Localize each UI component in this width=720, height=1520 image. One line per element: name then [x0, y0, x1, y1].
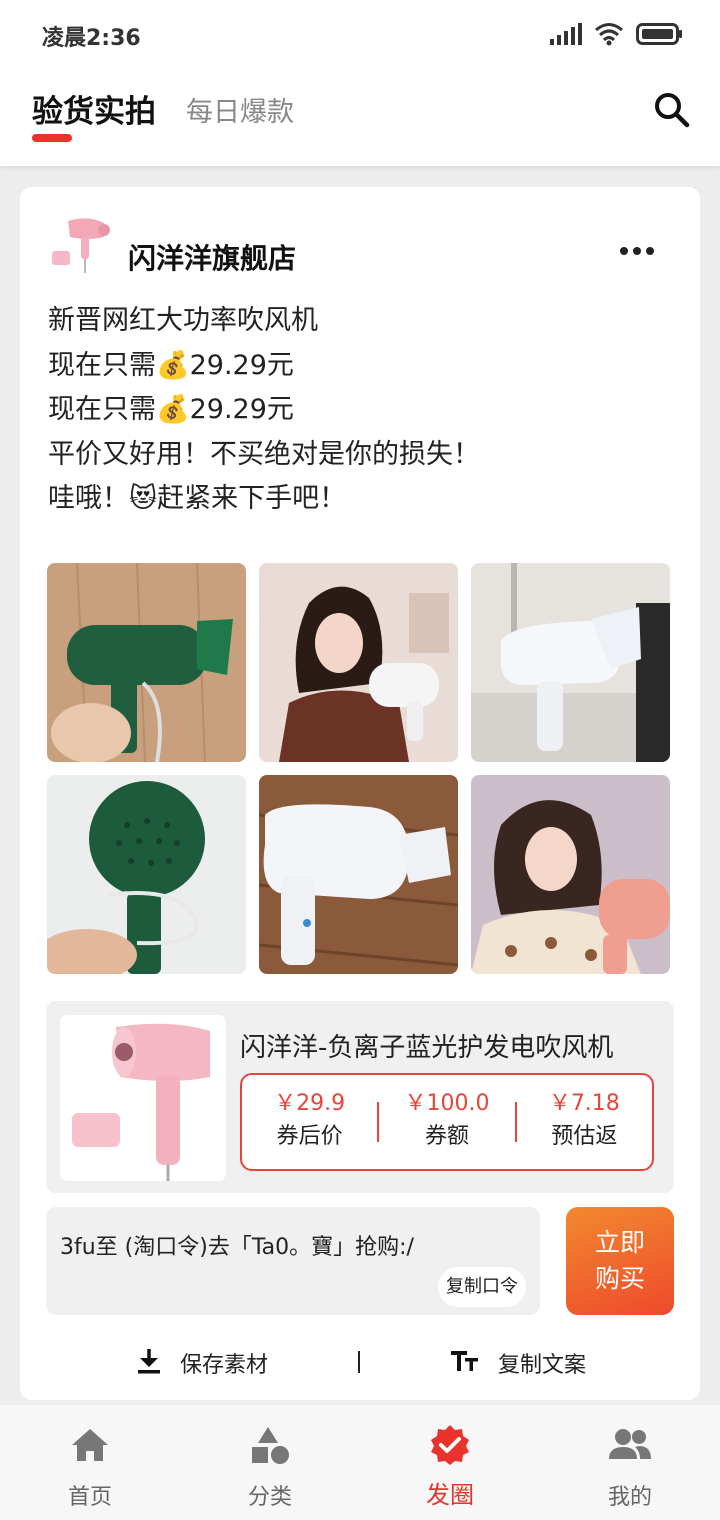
after-coupon-price-value: ￥29.9 [274, 1091, 346, 1116]
text-size-icon [450, 1348, 480, 1378]
bottom-nav: 首页 分类 发圈 我的 [0, 1405, 720, 1520]
estimated-rebate-value: ￥7.18 [548, 1091, 620, 1116]
photo-green-dryer-front[interactable] [47, 775, 246, 974]
photo-white-dryer-wood[interactable] [259, 775, 458, 974]
nav-label-home: 首页 [67, 1485, 112, 1510]
download-icon [136, 1347, 162, 1379]
save-material-button[interactable]: 保存素材 [136, 1347, 268, 1379]
photo-white-dryer-bathroom[interactable] [471, 563, 670, 762]
nav-label-category: 分类 [247, 1485, 292, 1510]
top-header: 验货实拍 每日爆款 [0, 70, 720, 166]
copy-text-label: 复制文案 [498, 1353, 587, 1378]
save-material-label: 保存素材 [180, 1353, 269, 1378]
buy-now-label-line1: 立即 [594, 1228, 645, 1257]
photo-girl-white-dryer[interactable] [259, 563, 458, 762]
nav-item-moments[interactable]: 发圈 [390, 1423, 510, 1510]
after-coupon-price: ￥29.9 券后价 [242, 1089, 377, 1155]
photo-green-dryer-floor[interactable] [47, 563, 246, 762]
post-card: 闪洋洋旗舰店 新晋网红大功率吹风机 现在只需💰29.29元 现在只需💰29.29… [20, 187, 700, 1400]
post-line: 现在只需💰29.29元 [48, 349, 294, 381]
after-coupon-price-label: 券后价 [276, 1124, 343, 1149]
product-thumbnail[interactable] [60, 1015, 226, 1181]
home-icon [30, 1423, 150, 1467]
active-tab-indicator [32, 134, 72, 142]
post-line: 平价又好用！不买绝对是你的损失！ [48, 438, 480, 470]
taobao-command-box: 3fu至 (淘口令)去「Ta0。寶」抢购:/ 复制口令 [46, 1207, 540, 1315]
copy-command-button[interactable]: 复制口令 [438, 1267, 526, 1307]
search-icon[interactable] [652, 90, 692, 134]
post-actions: 保存素材 复制文案 [20, 1337, 700, 1389]
badge-check-icon [390, 1423, 510, 1467]
status-icons [550, 22, 684, 46]
wifi-icon [594, 22, 624, 46]
nav-item-home[interactable]: 首页 [30, 1423, 150, 1511]
signal-icon [550, 23, 582, 45]
photo-grid [47, 563, 671, 975]
tab-daily-hits[interactable]: 每日爆款 [186, 90, 294, 129]
action-divider [358, 1351, 360, 1373]
post-text: 新晋网红大功率吹风机 现在只需💰29.29元 现在只需💰29.29元 平价又好用… [48, 299, 678, 522]
buy-now-button[interactable]: 立即 购买 [566, 1207, 674, 1315]
photo-girl-pink-dryer[interactable] [471, 775, 670, 974]
copy-text-button[interactable]: 复制文案 [450, 1347, 586, 1379]
post-line: 新晋网红大功率吹风机 [48, 305, 318, 336]
status-bar: 凌晨2:36 [0, 0, 720, 70]
post-line: 现在只需💰29.29元 [48, 394, 294, 425]
battery-icon [636, 22, 684, 46]
coupon-amount-value: ￥100.0 [404, 1091, 490, 1116]
tab-inspection-photos[interactable]: 验货实拍 [32, 86, 156, 131]
price-box: ￥29.9 券后价 ￥100.0 券额 ￥7.18 预估返 [240, 1073, 654, 1171]
nav-label-mine: 我的 [607, 1485, 652, 1510]
nav-item-category[interactable]: 分类 [210, 1423, 330, 1511]
coupon-amount-label: 券额 [424, 1124, 469, 1149]
post-line: 哇哦！😻赶紧来下手吧！ [48, 483, 347, 514]
product-card[interactable]: 闪洋洋-负离子蓝光护发电吹风机 ￥29.9 券后价 ￥100.0 券额 ￥7.1… [46, 1001, 674, 1193]
product-title[interactable]: 闪洋洋-负离子蓝光护发电吹风机 [240, 1027, 613, 1064]
nav-label-moments: 发圈 [426, 1481, 474, 1509]
shop-name[interactable]: 闪洋洋旗舰店 [128, 237, 296, 277]
estimated-rebate: ￥7.18 预估返 [517, 1089, 652, 1155]
people-icon [570, 1423, 690, 1467]
status-time: 凌晨2:36 [42, 26, 141, 51]
coupon-amount: ￥100.0 券额 [379, 1089, 514, 1155]
more-options-icon[interactable] [620, 247, 654, 255]
nav-item-mine[interactable]: 我的 [570, 1423, 690, 1511]
category-icon [210, 1423, 330, 1467]
shop-avatar[interactable] [48, 213, 110, 275]
estimated-rebate-label: 预估返 [551, 1124, 618, 1149]
buy-now-label-line2: 购买 [594, 1264, 645, 1293]
taobao-command-text: 3fu至 (淘口令)去「Ta0。寶」抢购:/ [60, 1235, 414, 1260]
